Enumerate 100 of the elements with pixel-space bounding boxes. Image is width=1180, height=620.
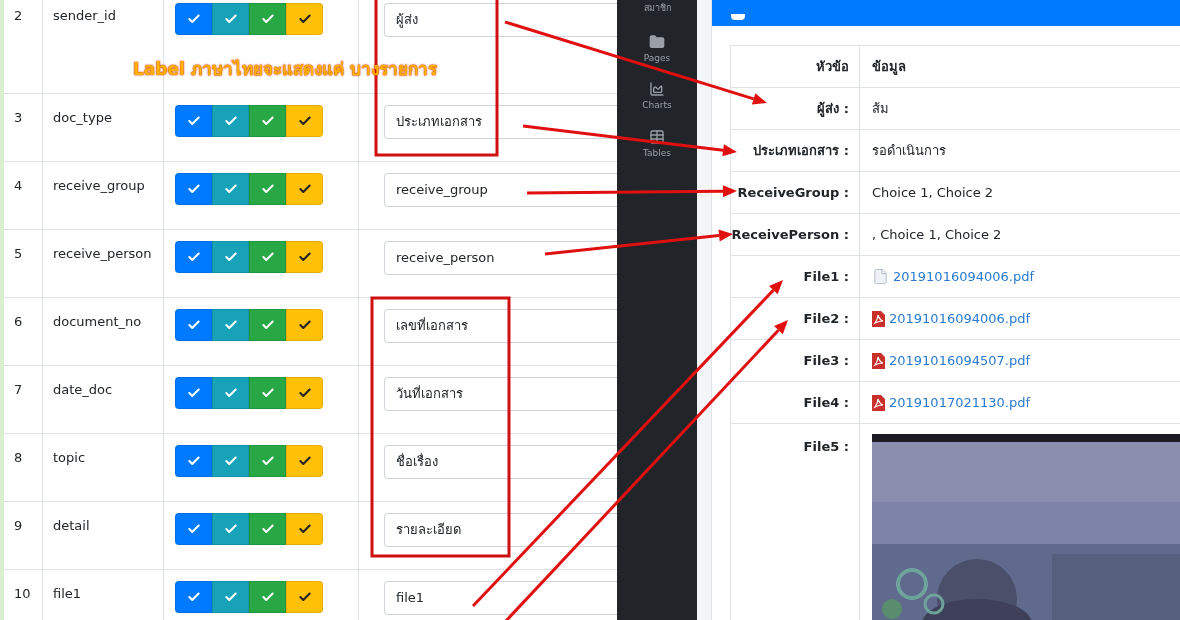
check-button[interactable] xyxy=(212,309,249,341)
check-icon xyxy=(260,522,275,536)
check-button[interactable] xyxy=(175,581,212,613)
check-button[interactable] xyxy=(249,377,286,409)
check-button[interactable] xyxy=(286,445,323,477)
check-button[interactable] xyxy=(286,309,323,341)
check-button[interactable] xyxy=(286,581,323,613)
check-button[interactable] xyxy=(175,513,212,545)
row-number: 10 xyxy=(14,586,31,601)
check-button[interactable] xyxy=(286,241,323,273)
sidebar-item[interactable]: Pages xyxy=(643,33,671,65)
check-icon xyxy=(186,318,201,332)
file-link[interactable]: 20191016094006.pdf xyxy=(893,266,1034,287)
check-icon xyxy=(186,590,201,604)
check-icon xyxy=(260,182,275,196)
row-number: 4 xyxy=(14,178,23,193)
check-button[interactable] xyxy=(249,3,286,35)
check-button[interactable] xyxy=(212,445,249,477)
check-icon xyxy=(260,590,275,604)
header-icon xyxy=(731,14,745,20)
check-icon xyxy=(260,250,275,264)
check-button[interactable] xyxy=(175,309,212,341)
field-name: doc_type xyxy=(53,110,112,125)
check-button[interactable] xyxy=(286,173,323,205)
label-input[interactable]: receive_person xyxy=(384,241,617,275)
check-icon xyxy=(223,454,238,468)
check-button[interactable] xyxy=(286,105,323,137)
check-button[interactable] xyxy=(249,309,286,341)
field-value: Choice 1, Choice 2 xyxy=(872,183,994,202)
check-icon xyxy=(186,522,201,536)
check-icon xyxy=(297,114,312,128)
check-button[interactable] xyxy=(212,173,249,205)
check-button[interactable] xyxy=(249,173,286,205)
check-icon xyxy=(186,250,201,264)
field-name: date_doc xyxy=(53,382,113,397)
check-button[interactable] xyxy=(175,3,212,35)
label-input[interactable]: ชื่อเรื่อง xyxy=(384,445,617,479)
check-button[interactable] xyxy=(249,445,286,477)
pdf-icon xyxy=(872,310,885,327)
check-button[interactable] xyxy=(212,377,249,409)
check-icon xyxy=(297,182,312,196)
check-button[interactable] xyxy=(175,173,212,205)
check-icon xyxy=(260,12,275,26)
label-input[interactable]: ผู้ส่ง xyxy=(384,3,617,37)
check-button[interactable] xyxy=(249,513,286,545)
check-icon xyxy=(223,114,238,128)
file-link[interactable]: 20191017021130.pdf xyxy=(889,392,1030,413)
check-button[interactable] xyxy=(286,513,323,545)
check-button[interactable] xyxy=(212,581,249,613)
label-input[interactable]: file1 xyxy=(384,581,617,615)
check-icon xyxy=(297,386,312,400)
row-number: 2 xyxy=(14,8,23,23)
field-label: ประเภทเอกสาร : xyxy=(753,141,849,160)
file-link[interactable]: 20191016094006.pdf xyxy=(889,308,1030,329)
check-icon xyxy=(186,386,201,400)
row-number: 3 xyxy=(14,110,23,125)
check-button[interactable] xyxy=(212,105,249,137)
check-button[interactable] xyxy=(249,241,286,273)
field-value: , Choice 1, Choice 2 xyxy=(872,225,1002,244)
check-button[interactable] xyxy=(175,105,212,137)
check-button[interactable] xyxy=(249,105,286,137)
check-icon xyxy=(223,182,238,196)
field-name: receive_group xyxy=(53,178,145,193)
row-number: 9 xyxy=(14,518,23,533)
label-input[interactable]: วันที่เอกสาร xyxy=(384,377,617,411)
check-button[interactable] xyxy=(212,513,249,545)
check-icon xyxy=(260,318,275,332)
check-button[interactable] xyxy=(212,241,249,273)
check-icon xyxy=(186,454,201,468)
check-button[interactable] xyxy=(175,377,212,409)
check-icon xyxy=(297,250,312,264)
file-link[interactable]: 20191016094507.pdf xyxy=(889,350,1030,371)
check-icon xyxy=(297,318,312,332)
label-input[interactable]: เลขที่เอกสาร xyxy=(384,309,617,343)
check-icon xyxy=(223,386,238,400)
check-icon xyxy=(297,522,312,536)
check-icon xyxy=(223,12,238,26)
label-input[interactable]: receive_group xyxy=(384,173,617,207)
sidebar-item[interactable]: Charts xyxy=(642,81,672,113)
label-input[interactable]: ประเภทเอกสาร xyxy=(384,105,617,139)
field-name: sender_id xyxy=(53,8,116,23)
check-button[interactable] xyxy=(212,3,249,35)
row-number: 6 xyxy=(14,314,23,329)
check-button[interactable] xyxy=(175,445,212,477)
field-name: topic xyxy=(53,450,86,465)
label-input[interactable]: รายละเอียด xyxy=(384,513,617,547)
field-name: document_no xyxy=(53,314,142,329)
field-label: ReceiveGroup : xyxy=(737,183,849,202)
folder-icon xyxy=(649,33,665,50)
check-button[interactable] xyxy=(175,241,212,273)
sidebar-item[interactable]: Tables xyxy=(643,128,671,160)
check-icon xyxy=(297,454,312,468)
check-button[interactable] xyxy=(286,377,323,409)
check-button[interactable] xyxy=(249,581,286,613)
table-icon xyxy=(649,128,665,145)
check-icon xyxy=(223,522,238,536)
sidebar-item[interactable]: สมาชิก xyxy=(643,0,671,16)
check-button[interactable] xyxy=(286,3,323,35)
field-value: รอดำเนินการ xyxy=(872,141,946,160)
check-icon xyxy=(297,12,312,26)
